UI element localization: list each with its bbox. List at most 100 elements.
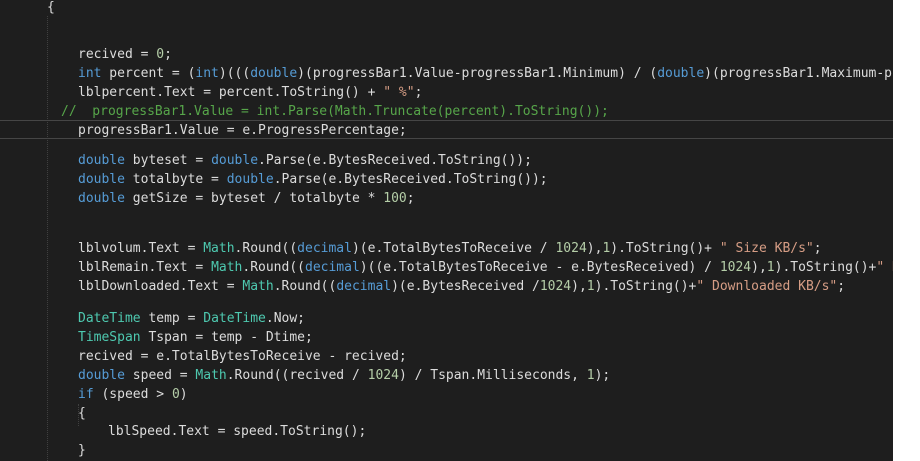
code-token-plain: ), (751, 260, 767, 275)
code-token-number: 100 (383, 191, 407, 206)
code-line[interactable]: { (0, 0, 55, 17)
code-token-number: 1024 (555, 241, 587, 256)
code-token-number: 1024 (719, 260, 752, 275)
code-line[interactable]: double totalbyte = double.Parse(e.BytesR… (0, 170, 548, 189)
code-line[interactable]: progressBar1.Value = e.ProgressPercentag… (0, 120, 893, 139)
code-line[interactable]: recived = 0; (0, 45, 172, 64)
code-line[interactable]: double byteset = double.Parse(e.BytesRec… (0, 151, 532, 170)
code-token-plain: ; (813, 241, 822, 256)
code-token-plain: .Round(( (242, 260, 305, 275)
code-token-plain: .Round(( (273, 279, 337, 294)
code-token-plain: ) (179, 387, 188, 402)
code-token-number: 0 (171, 387, 180, 402)
code-token-number: 1024 (367, 368, 399, 383)
code-token-plain: )(e.BytesReceived / (391, 279, 540, 294)
code-token-plain: .Parse(e.BytesReceived.ToString()); (273, 172, 548, 187)
code-token-plain: ) / Tspan.Milliseconds, (398, 368, 587, 383)
code-token-plain: getSize = byteset / totalbyte * (124, 191, 384, 206)
code-token-plain: .Round((recived / (226, 368, 368, 383)
code-token-plain: totalbyte = (124, 172, 227, 187)
code-token-plain: temp = (140, 311, 204, 326)
code-token-type: Math (211, 260, 243, 275)
code-token-keyword: double (78, 172, 125, 187)
code-token-plain: lblSpeed.Text = speed.ToString(); (108, 424, 367, 439)
code-line[interactable]: { (0, 404, 86, 423)
code-line[interactable]: lblRemain.Text = Math.Round((decimal)((e… (0, 258, 893, 277)
code-token-plain: )(e.TotalBytesToReceive / (351, 241, 556, 256)
code-token-plain: percent = ( (101, 66, 196, 81)
code-token-plain: .Now; (265, 311, 306, 326)
code-token-keyword: double (657, 66, 705, 81)
code-token-plain: Tspan = temp - Dtime; (140, 330, 313, 345)
code-token-plain: byteset = (124, 153, 212, 168)
code-token-plain: ; (414, 85, 423, 100)
code-token-type: TimeSpan (78, 330, 141, 345)
code-token-plain: ).ToString()+ (774, 260, 877, 275)
code-token-keyword: decimal (297, 241, 352, 256)
code-line[interactable]: lblpercent.Text = percent.ToString() + "… (0, 83, 422, 102)
code-token-type: DateTime (203, 311, 266, 326)
code-token-keyword: double (211, 153, 259, 168)
code-token-number: 1 (586, 279, 595, 294)
code-token-keyword: double (78, 153, 125, 168)
code-token-type: Math (195, 368, 227, 383)
code-token-plain: ; (406, 191, 415, 206)
code-token-plain: ; (164, 47, 172, 62)
code-token-plain: ), (571, 279, 587, 294)
code-token-plain: .Parse(e.BytesReceived.ToString()); (258, 153, 532, 168)
code-token-keyword: decimal (336, 279, 392, 294)
code-token-plain: ); (594, 368, 611, 383)
code-token-number: 1024 (539, 279, 572, 294)
code-line[interactable]: double speed = Math.Round((recived / 102… (0, 366, 610, 385)
code-token-string: " Size KB/s" (719, 241, 814, 256)
code-token-type: Math (242, 279, 274, 294)
code-token-plain: ).ToString()+ (610, 241, 720, 256)
code-token-keyword: double (78, 191, 125, 206)
code-token-type: Math (203, 241, 235, 256)
code-token-keyword: int (195, 66, 219, 81)
code-token-string: " %" (383, 85, 415, 100)
code-token-plain: (speed > (93, 387, 172, 402)
code-token-number: 1 (586, 368, 595, 383)
code-token-plain: )((( (218, 66, 251, 81)
code-line[interactable]: recived = e.TotalBytesToReceive - recive… (0, 347, 407, 366)
code-token-string: " Downloaded KB/s" (696, 279, 838, 294)
code-line[interactable]: lblDownloaded.Text = Math.Round((decimal… (0, 277, 845, 296)
code-token-number: 1 (766, 260, 775, 275)
code-line[interactable]: if (speed > 0) (0, 385, 188, 404)
code-token-plain: } (78, 443, 86, 458)
code-token-plain: lblpercent.Text = percent.ToString() + (78, 85, 384, 100)
code-token-plain: )(progressBar1.Maximum-progressBar1.Mini… (704, 66, 893, 81)
code-token-plain: )(progressBar1.Value-progressBar1.Minimu… (297, 66, 658, 81)
code-token-plain: { (47, 0, 55, 15)
code-token-plain: ; (837, 279, 846, 294)
code-token-keyword: double (250, 66, 298, 81)
code-line[interactable]: int percent = (int)(((double)(progressBa… (0, 64, 893, 83)
code-token-plain: { (78, 406, 86, 421)
code-token-string: " Remain KB/s" (876, 260, 893, 275)
code-token-plain: lblRemain.Text = (78, 260, 212, 275)
code-token-plain: ), (586, 241, 603, 256)
code-token-plain: lblDownloaded.Text = (78, 279, 243, 294)
code-line[interactable]: lblSpeed.Text = speed.ToString(); (0, 422, 366, 441)
code-token-keyword: double (78, 368, 125, 383)
code-token-plain: recived = (78, 47, 157, 62)
code-line[interactable]: } (0, 441, 86, 460)
code-token-keyword: if (78, 387, 94, 402)
code-token-keyword: double (226, 172, 274, 187)
code-token-keyword: decimal (305, 260, 360, 275)
code-token-keyword: int (78, 66, 102, 81)
code-line[interactable]: DateTime temp = DateTime.Now; (0, 309, 305, 328)
code-line[interactable]: double getSize = byteset / totalbyte * 1… (0, 189, 415, 208)
code-token-plain: ).ToString()+ (594, 279, 697, 294)
code-line[interactable]: TimeSpan Tspan = temp - Dtime; (0, 328, 313, 347)
code-line[interactable]: // progressBar1.Value = int.Parse(Math.T… (0, 102, 609, 121)
code-token-plain: )((e.TotalBytesToReceive - e.BytesReceiv… (359, 260, 720, 275)
code-token-plain: progressBar1.Value = e.ProgressPercentag… (78, 123, 407, 138)
code-token-number: 0 (156, 47, 165, 62)
code-token-plain: recived = e.TotalBytesToReceive - recive… (78, 349, 407, 364)
code-editor[interactable]: {recived = 0; int percent = (int)(((doubl… (0, 0, 893, 461)
code-line[interactable]: lblvolum.Text = Math.Round((decimal)(e.T… (0, 239, 822, 258)
code-token-plain: .Round(( (234, 241, 298, 256)
code-token-plain: lblvolum.Text = (78, 241, 204, 256)
